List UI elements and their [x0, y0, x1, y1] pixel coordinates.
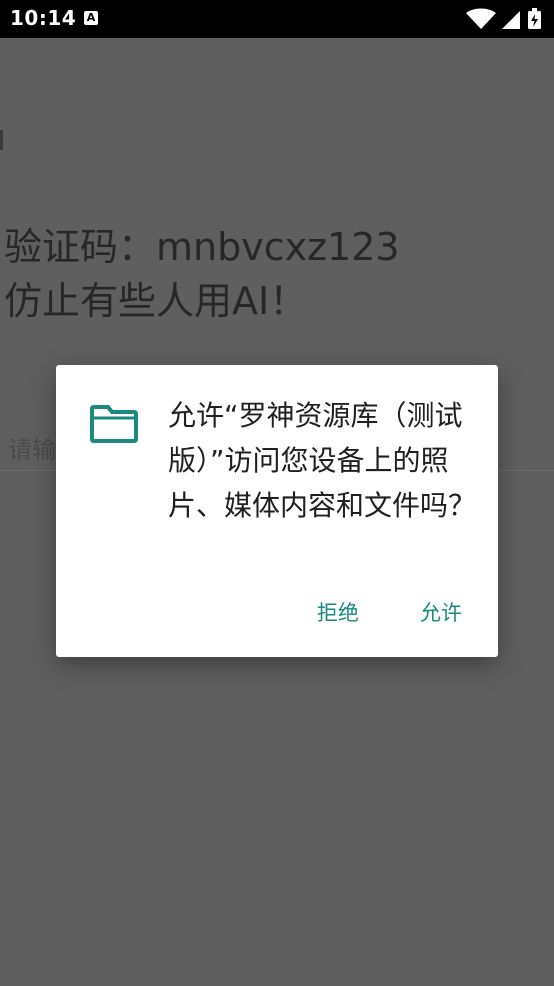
deny-button[interactable]: 拒绝: [305, 589, 371, 635]
captcha-input-placeholder: 请输: [8, 436, 56, 464]
captcha-text: 验证码：mnbvcxz123: [4, 225, 400, 269]
dialog-actions: 拒绝 允许: [273, 589, 474, 633]
permission-dialog: 允许“罗神资源库（测试版）”访问您设备上的照片、媒体内容和文件吗？ 拒绝 允许: [56, 365, 498, 657]
screen: 10:14 A 验证码：mnbvcxz123 仿止有些人用AI！ 请输 允许“罗…: [0, 0, 554, 986]
warning-text: 仿止有些人用AI！: [4, 279, 308, 323]
status-icons: [466, 8, 541, 29]
wifi-icon: [466, 8, 496, 29]
side-mark: [0, 130, 3, 150]
notification-letter: A: [86, 11, 96, 24]
dialog-message: 允许“罗神资源库（测试版）”访问您设备上的照片、媒体内容和文件吗？: [168, 399, 477, 522]
signal-icon: [502, 11, 520, 29]
notification-a-icon: A: [84, 11, 98, 25]
battery-icon: [528, 8, 541, 29]
status-time: 10:14: [10, 6, 77, 30]
status-bar: 10:14 A: [0, 0, 554, 38]
folder-icon: [90, 405, 138, 443]
allow-button[interactable]: 允许: [408, 589, 474, 635]
